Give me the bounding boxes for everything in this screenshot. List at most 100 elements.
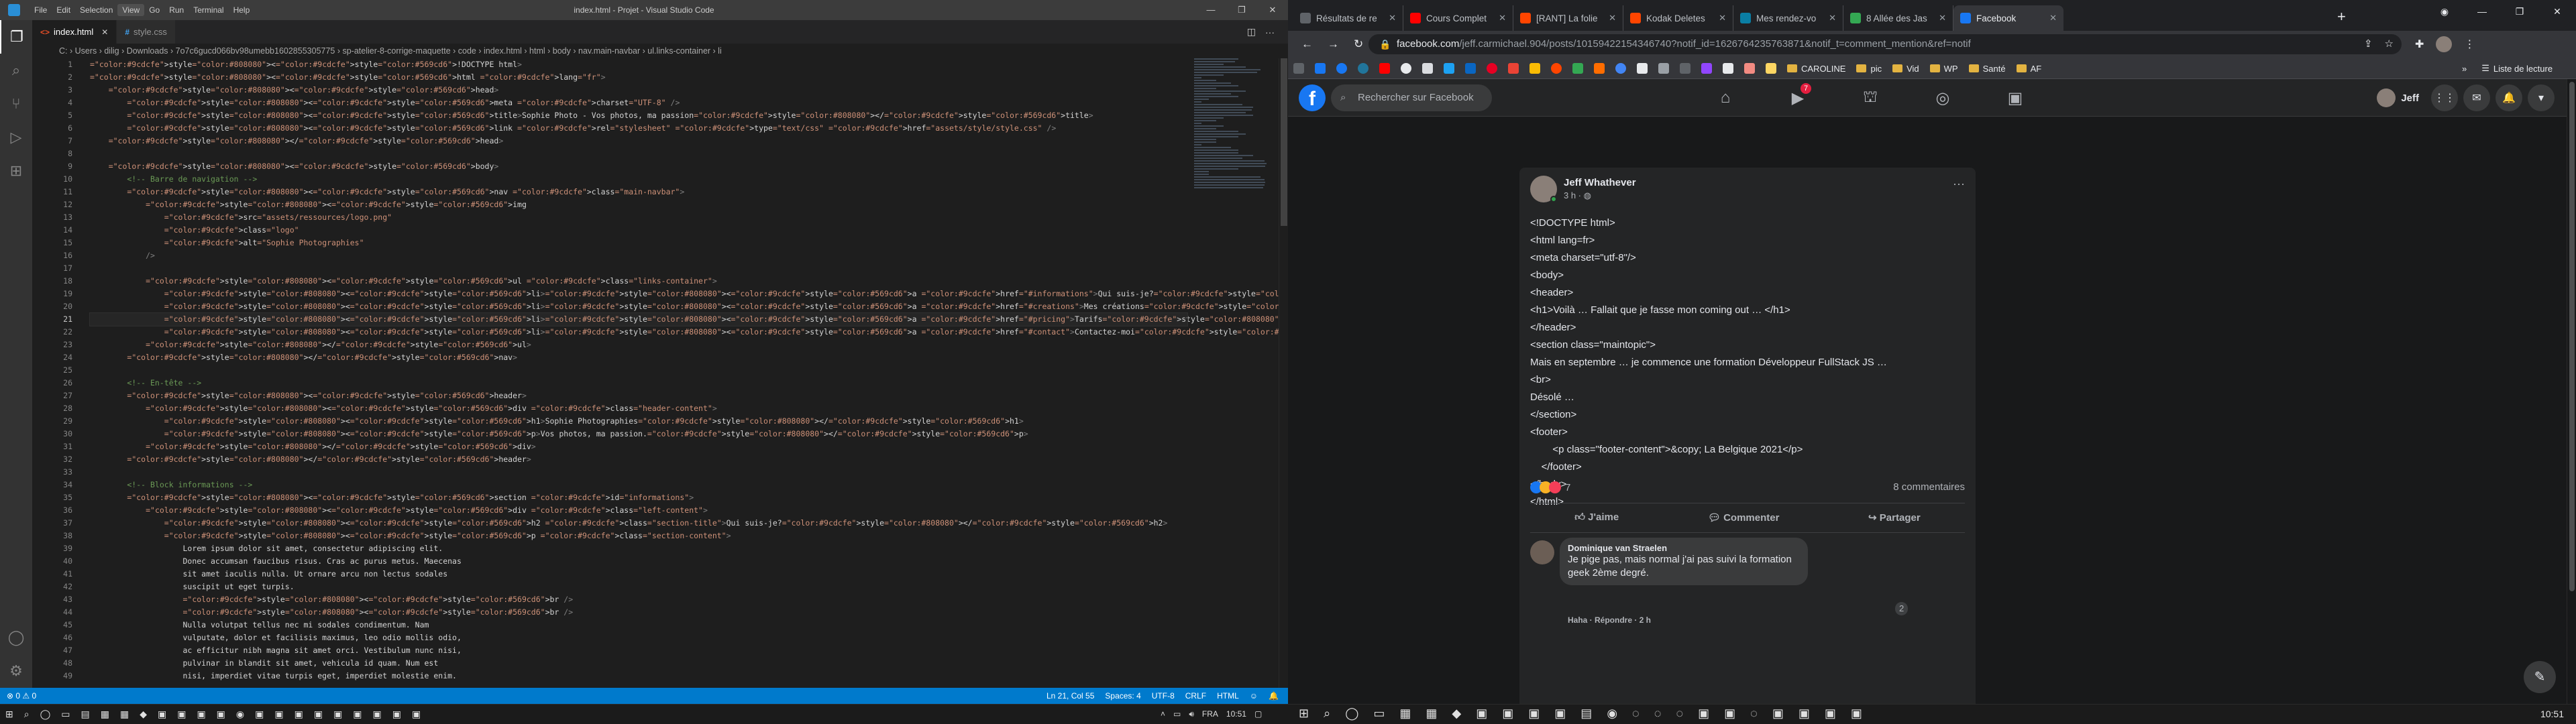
scrollbar-thumb[interactable]	[1281, 58, 1287, 226]
bookmark-folder-vid[interactable]: Vid	[1887, 64, 1925, 74]
split-editor-icon[interactable]: ◫	[1247, 26, 1256, 38]
code-content[interactable]: ="color:#9cdcfe">style="color:#808080"><…	[89, 58, 1288, 688]
menu-help[interactable]: Help	[229, 4, 255, 16]
address-bar[interactable]: 🔒 facebook.com/jeff.carmichael.904/posts…	[1368, 34, 2402, 54]
bookmark-site[interactable]	[1417, 63, 1438, 74]
menu-selection[interactable]: Selection	[75, 4, 117, 16]
code-line[interactable]: ="color:#9cdcfe">style="color:#808080"><…	[90, 122, 1187, 135]
close-tab-icon[interactable]: ✕	[2049, 13, 2057, 23]
close-icon[interactable]: ✕	[2538, 0, 2576, 23]
code-line[interactable]: ="color:#9cdcfe">style="color:#808080"><…	[90, 135, 1187, 147]
close-tab-icon[interactable]: ✕	[1939, 13, 1946, 23]
bookmark-folder-wp[interactable]: WP	[1925, 64, 1964, 74]
back-arrow-icon[interactable]: ←	[1301, 38, 1313, 51]
browser-tab[interactable]: Mes rendez-vo ✕	[1733, 5, 1843, 31]
bookmark-youtube[interactable]	[1374, 63, 1395, 74]
bookmark-pinterest[interactable]	[1481, 63, 1503, 74]
close-tab-icon[interactable]: ✕	[1499, 13, 1506, 23]
code-line[interactable]: ="color:#9cdcfe">style="color:#808080"><…	[90, 428, 1187, 440]
lightroom-icon[interactable]: ▣	[197, 709, 205, 720]
search-icon[interactable]: ⌕	[24, 709, 30, 720]
facebook-search-input[interactable]: ⌕ Rechercher sur Facebook	[1331, 84, 1492, 111]
search-icon[interactable]: ⌕	[0, 54, 32, 87]
app-icon[interactable]: ▣	[412, 709, 421, 720]
source-control-icon[interactable]: ⑂	[0, 87, 32, 121]
app-icon[interactable]: ▣	[1825, 707, 1836, 721]
close-tab-icon[interactable]: ✕	[1719, 13, 1726, 23]
code-line[interactable]: ="color:#9cdcfe">style="color:#808080"><…	[90, 530, 1187, 542]
browser-tab[interactable]: [RANT] La folie ✕	[1513, 5, 1623, 31]
comment-author[interactable]: Dominique van Straelen	[1568, 543, 1800, 553]
code-line[interactable]: ="color:#9cdcfe">style="color:#808080"><…	[90, 593, 1187, 606]
comment-links[interactable]: Haha · Répondre · 2 h	[1568, 615, 1651, 625]
editor-scrollbar[interactable]	[1279, 58, 1288, 688]
code-line[interactable]: ="color:#9cdcfe">style="color:#808080"><…	[90, 339, 1187, 351]
code-line[interactable]: sit amet iaculis nulla. Ut ornare arcu n…	[90, 568, 1187, 581]
forward-arrow-icon[interactable]: →	[1328, 38, 1339, 51]
code-line[interactable]: nisi, imperdiet vitae turpis eget, imper…	[90, 670, 1187, 682]
code-line[interactable]: ="color:#9cdcfe">style="color:#808080"><…	[90, 402, 1187, 415]
menu-file[interactable]: File	[30, 4, 52, 16]
bookmark-site[interactable]	[1674, 63, 1696, 74]
code-line[interactable]: ="color:#9cdcfe">style="color:#808080"><…	[90, 504, 1187, 517]
chrome-taskbar-icon[interactable]: ◉	[236, 709, 244, 720]
post-options-icon[interactable]: ···	[1953, 177, 1965, 191]
app-icon[interactable]: ▣	[217, 709, 225, 720]
post-author[interactable]: Jeff Whathever	[1564, 177, 1636, 188]
file-explorer-icon[interactable]: ▤	[1580, 707, 1592, 721]
scrollbar-thumb[interactable]	[2569, 82, 2575, 591]
new-message-icon[interactable]: ✎	[2524, 661, 2556, 693]
minimize-icon[interactable]: —	[1195, 0, 1226, 20]
bookmark-folder-caroline[interactable]: CAROLINE	[1782, 64, 1851, 74]
app-icon[interactable]: ▣	[314, 709, 323, 720]
clock[interactable]: 10:51	[1226, 709, 1246, 719]
account-chevron-icon[interactable]: ▾	[2528, 84, 2555, 111]
menu-view[interactable]: View	[117, 4, 145, 16]
code-line[interactable]: ac efficitur nibh magna sit amet orci. V…	[90, 644, 1187, 657]
code-line[interactable]: vulputate, dolor et facilisis maximus, l…	[90, 631, 1187, 644]
code-line[interactable]	[90, 466, 1187, 479]
cursor-position[interactable]: Ln 21, Col 55	[1046, 688, 1094, 704]
commenter-avatar[interactable]	[1530, 540, 1554, 564]
facebook-logo-icon[interactable]: f	[1299, 84, 1326, 111]
reading-list[interactable]: » ☰ Liste de lecture	[2462, 58, 2553, 79]
close-icon[interactable]: ✕	[1257, 0, 1288, 20]
bookmark-apps[interactable]	[1288, 63, 1309, 74]
code-line[interactable]: Lorem ipsum dolor sit amet, consectetur …	[90, 542, 1187, 555]
widgets-icon[interactable]: ▭	[61, 709, 70, 720]
close-tab-icon[interactable]: ✕	[101, 27, 108, 37]
vscode-taskbar-icon[interactable]: ◆	[140, 709, 147, 720]
code-line[interactable]: ="color:#9cdcfe">src="assets/ressources/…	[90, 211, 1187, 224]
bookmark-linkedin[interactable]	[1460, 63, 1481, 74]
code-line[interactable]: ="color:#9cdcfe">style="color:#808080"><…	[90, 440, 1187, 453]
premiere-icon[interactable]: ▣	[1476, 707, 1487, 721]
post-timestamp[interactable]: 3 h · ◍	[1564, 190, 1591, 201]
bookmark-site[interactable]	[1589, 63, 1610, 74]
bookmark-wordpress[interactable]	[1352, 63, 1374, 74]
bookmark-star-icon[interactable]: ☆	[2385, 34, 2394, 54]
lightroom-icon[interactable]: ▣	[1528, 707, 1540, 721]
code-line[interactable]: ="color:#9cdcfe">style="color:#808080"><…	[90, 109, 1187, 122]
bookmark-camera[interactable]	[1395, 63, 1417, 74]
close-tab-icon[interactable]: ✕	[1389, 13, 1396, 23]
bookmark-site[interactable]	[1631, 63, 1653, 74]
like-button[interactable]: 👍︎ J'aime	[1574, 511, 1619, 524]
new-tab-button[interactable]: +	[2337, 8, 2346, 25]
task-view-icon[interactable]: ◯	[40, 709, 51, 720]
code-line[interactable]	[90, 262, 1187, 275]
code-line[interactable]: ="color:#9cdcfe">style="color:#808080"><…	[90, 606, 1187, 619]
app-icon[interactable]: ▣	[1851, 707, 1862, 721]
notification-center-icon[interactable]: ▢	[1254, 709, 1262, 719]
page-scrollbar[interactable]	[2567, 79, 2576, 704]
chrome-menu-icon[interactable]: ⋮	[2464, 38, 2475, 51]
windows-start-icon[interactable]: ⊞	[5, 709, 13, 720]
app-icon[interactable]: ▣	[353, 709, 362, 720]
code-line[interactable]: <!-- En-tête -->	[90, 377, 1187, 389]
code-line[interactable]: ="color:#9cdcfe">style="color:#808080"><…	[90, 491, 1187, 504]
excel-icon[interactable]: ▦	[101, 709, 109, 720]
app-icon[interactable]: ▣	[274, 709, 283, 720]
code-line[interactable]: ="color:#9cdcfe">style="color:#808080"><…	[90, 97, 1187, 109]
indentation[interactable]: Spaces: 4	[1105, 688, 1140, 704]
task-view-icon[interactable]: ◯	[1345, 707, 1358, 721]
menu-edit[interactable]: Edit	[52, 4, 75, 16]
